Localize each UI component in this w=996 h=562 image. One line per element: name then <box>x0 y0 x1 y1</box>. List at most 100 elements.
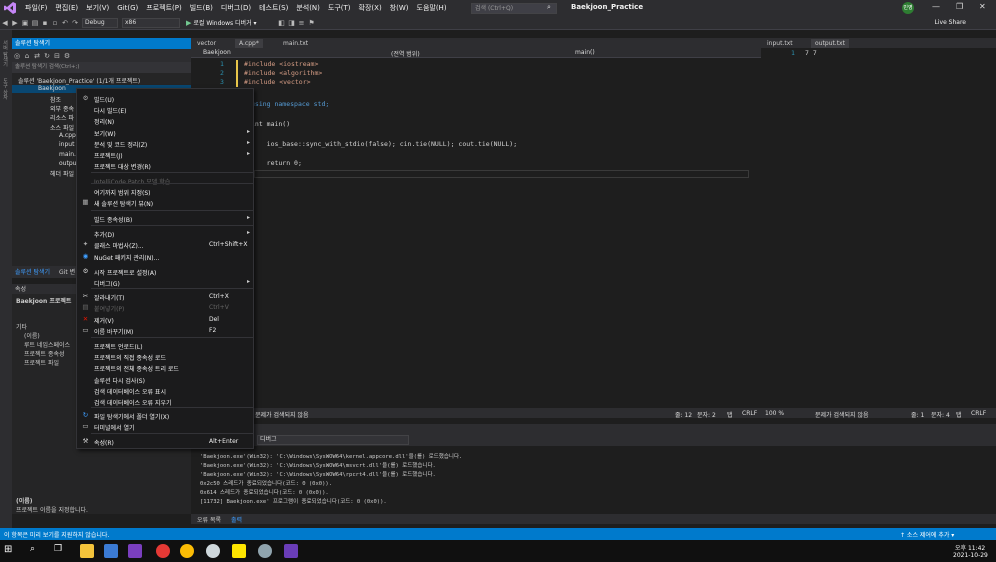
tree-source-files[interactable]: 소스 파일 <box>50 123 74 132</box>
context-menu-item[interactable]: 빌드 종속성(B) ▸ <box>77 213 253 224</box>
menu-view[interactable]: 보기(V) <box>82 3 113 13</box>
context-menu-item[interactable]: 보기(W) ▸ <box>77 127 253 138</box>
properties-category[interactable]: 기타 <box>16 322 27 331</box>
context-menu-item[interactable]: ✦ 클래스 마법사(Z)... Ctrl+Shift+X <box>77 239 253 250</box>
clock-date[interactable]: 2021-10-29 <box>953 552 988 559</box>
properties-object[interactable]: Baekjoon 프로젝트 <box>16 296 71 305</box>
context-menu-item[interactable]: 프로젝트 언로드(L) <box>77 340 253 351</box>
kakaotalk-icon[interactable] <box>232 544 246 558</box>
context-menu-item[interactable]: ⚙ 빌드(U) <box>77 93 253 104</box>
nav-function-select[interactable]: main() <box>575 49 595 56</box>
code-editor[interactable]: 1 2 3 #include <iostream> #include <algo… <box>191 58 761 408</box>
tab-git-changes[interactable]: Git 변 <box>59 267 75 276</box>
context-menu-item[interactable]: 프로젝트의 전체 종속성 트리 로드 <box>77 362 253 373</box>
context-menu-item[interactable]: ⚒ 속성(R) Alt+Enter <box>77 436 253 447</box>
sync-icon[interactable]: ◎ <box>12 52 22 60</box>
global-search-input[interactable]: 검색 (Ctrl+Q) <box>471 3 557 14</box>
collapse-icon[interactable]: ⊟ <box>52 52 62 60</box>
context-menu-item[interactable]: 검색 데이터베이스 오류 지우기 <box>77 396 253 407</box>
tab-input-txt[interactable]: input.txt <box>763 39 797 48</box>
context-menu-item[interactable]: ◉ NuGet 패키지 관리(N)... <box>77 251 253 262</box>
menu-build[interactable]: 빌드(B) <box>186 3 217 13</box>
app2-icon[interactable] <box>206 544 220 558</box>
context-menu-item[interactable]: ↻ 파일 탐색기에서 폴더 열기(X) <box>77 410 253 421</box>
context-menu-item[interactable]: 프로젝트(J) ▸ <box>77 149 253 160</box>
context-menu-item[interactable]: 추가(D) ▸ <box>77 228 253 239</box>
menu-extensions[interactable]: 확장(X) <box>355 3 386 13</box>
comment-icon[interactable]: ≡ <box>297 19 307 27</box>
prop-name[interactable]: (이름) <box>24 331 40 340</box>
search-icon[interactable]: ⌕ <box>30 544 44 558</box>
tree-file-a-cpp[interactable]: A.cpp <box>59 132 76 139</box>
maximize-icon[interactable]: ❐ <box>956 2 963 11</box>
tab-a-cpp[interactable]: A.cpp* <box>235 39 263 48</box>
undo-icon[interactable]: ↶ <box>60 19 70 27</box>
live-share-button[interactable]: Live Share <box>935 19 966 26</box>
task-view-icon[interactable]: ❒ <box>54 544 68 558</box>
output-pane[interactable]: 'Baekjoon.exe'(Win32): 'C:\Windows\SysWO… <box>191 446 996 514</box>
new-project-icon[interactable]: ▣ <box>20 19 30 27</box>
prop-dependencies[interactable]: 프로젝트 종속성 <box>24 349 65 358</box>
nav-scope-select[interactable]: (전역 범위) <box>391 49 420 58</box>
menu-help[interactable]: 도움말(H) <box>413 3 451 13</box>
save-all-icon[interactable]: ▫ <box>50 19 60 27</box>
menu-analyze[interactable]: 분석(N) <box>292 3 324 13</box>
tab-main-txt[interactable]: main.txt <box>279 39 312 48</box>
account-avatar[interactable]: 민영 <box>902 2 914 14</box>
context-menu-item[interactable]: 프로젝트의 직접 종속성 로드 <box>77 351 253 362</box>
platform-select[interactable]: x86 <box>122 17 180 28</box>
prop-project-file[interactable]: 프로젝트 파일 <box>24 358 59 367</box>
solution-node[interactable]: 솔루션 'Baekjoon_Practice' (1/1개 프로젝트) <box>18 76 140 85</box>
server-explorer-tab[interactable]: 서버 탐색기 <box>2 40 9 67</box>
refresh-icon[interactable]: ↻ <box>42 52 52 60</box>
app-icon[interactable] <box>104 544 118 558</box>
zoom-level[interactable]: 100 % <box>765 410 784 417</box>
configuration-select[interactable]: Debug <box>82 17 118 28</box>
nav-project-select[interactable]: Baekjoon <box>203 49 231 56</box>
menu-window[interactable]: 창(W) <box>386 3 413 13</box>
visual-studio-icon[interactable] <box>128 544 142 558</box>
text-editor-output[interactable]: 1 7 7 <box>761 48 996 408</box>
vscode-icon[interactable] <box>284 544 298 558</box>
tree-file-main[interactable]: main. <box>59 151 76 158</box>
solution-search-input[interactable]: 솔루션 탐색기 검색(Ctrl+;) <box>12 62 191 73</box>
youtube-music-icon[interactable] <box>156 544 170 558</box>
file-explorer-icon[interactable] <box>80 544 94 558</box>
save-icon[interactable]: ▪ <box>40 19 50 27</box>
toolbar-tool-icon[interactable]: ◧ <box>277 19 287 27</box>
context-menu-item[interactable]: ▭ 이름 바꾸기(M) F2 <box>77 325 253 336</box>
context-menu-item[interactable]: 정리(N) <box>77 115 253 126</box>
output-source-select[interactable]: 디버그 <box>257 435 409 445</box>
menu-tools[interactable]: 도구(T) <box>324 3 355 13</box>
context-menu-item[interactable]: ▭ 터미널에서 열기 <box>77 421 253 432</box>
tree-resource-files[interactable]: 리소스 파 <box>50 113 74 122</box>
context-menu-item[interactable]: 프로젝트 대상 변경(R) <box>77 160 253 171</box>
redo-icon[interactable]: ↷ <box>70 19 80 27</box>
editor-issues[interactable]: 문제가 검색되지 않음 <box>255 410 309 419</box>
tab-error-list[interactable]: 오류 목록 <box>197 515 221 524</box>
context-menu-item[interactable]: 검색 데이터베이스 오류 표시 <box>77 385 253 396</box>
home-icon[interactable]: ⌂ <box>22 52 32 60</box>
context-menu-item[interactable]: ▦ 새 솔루션 탐색기 뷰(N) <box>77 197 253 208</box>
windows-start-icon[interactable]: ⊞ <box>4 544 18 558</box>
back-icon[interactable]: ◀ <box>0 19 10 27</box>
tree-references[interactable]: 참조 <box>50 95 61 104</box>
start-debug-button[interactable]: 로컬 Windows 디버거 ▾ <box>193 18 256 27</box>
context-menu-item[interactable]: 분석 및 코드 정리(Z) ▸ <box>77 138 253 149</box>
menu-file[interactable]: 파일(F) <box>21 3 51 13</box>
switch-view-icon[interactable]: ⇄ <box>32 52 42 60</box>
right-issues[interactable]: 문제가 검색되지 않음 <box>815 410 869 419</box>
chrome-icon[interactable] <box>180 544 194 558</box>
menu-edit[interactable]: 편집(E) <box>51 3 82 13</box>
tab-vector[interactable]: vector <box>193 39 220 48</box>
close-icon[interactable]: ✕ <box>979 2 986 11</box>
menu-git[interactable]: Git(G) <box>113 4 142 12</box>
menu-project[interactable]: 프로젝트(P) <box>142 3 185 13</box>
tree-file-output[interactable]: outpu <box>59 160 76 167</box>
menu-debug[interactable]: 디버그(D) <box>217 3 255 13</box>
tree-file-input[interactable]: input <box>59 141 74 148</box>
source-control-button[interactable]: ↑ 소스 제어에 추가 ▾ <box>900 530 954 539</box>
tab-solution-explorer[interactable]: 솔루션 탐색기 <box>15 267 50 276</box>
toolbox-tab[interactable]: 도구 상자 <box>2 78 9 100</box>
tree-header-files[interactable]: 헤더 파일 <box>50 169 74 178</box>
